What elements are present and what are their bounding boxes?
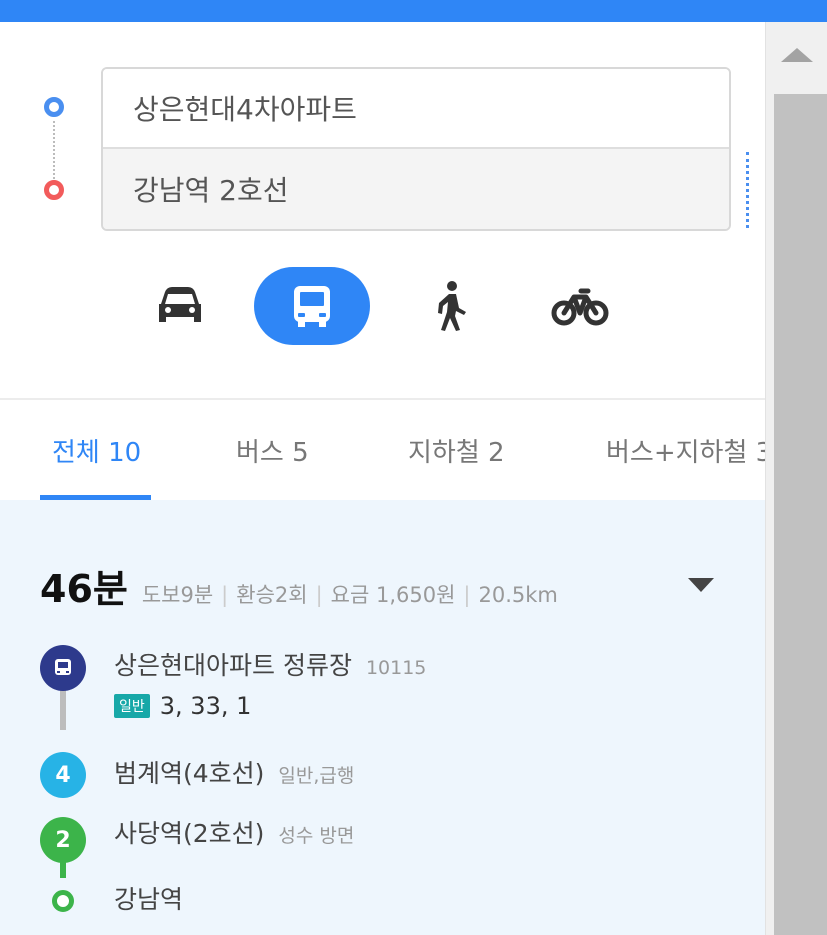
stop-name: 사당역(2호선) (114, 819, 265, 848)
route-inputs: 상은현대4차아파트 강남역 2호선 (101, 67, 731, 231)
stop-destination[interactable]: 강남역 (114, 880, 183, 916)
top-accent-bar (0, 0, 827, 22)
route-markers (42, 94, 68, 224)
travel-time: 46분 (40, 567, 128, 611)
bus-stop-icon (40, 645, 86, 691)
bus-icon (294, 286, 330, 327)
tab-bus[interactable]: 버스 5 (236, 400, 309, 500)
directions-panel: 상은현대4차아파트 강남역 2호선 전체 10 버스 5 지하철 2 버스+지하… (0, 22, 765, 935)
start-input-value: 상은현대4차아파트 (133, 93, 357, 126)
destination-marker-icon (52, 890, 74, 912)
divider: | (221, 583, 229, 607)
tab-bus-subway[interactable]: 버스+지하철 3 (606, 400, 765, 500)
scrollbar[interactable] (765, 22, 827, 935)
subway-line2-icon: 2 (40, 817, 86, 863)
divider: | (315, 583, 323, 607)
tab-subway[interactable]: 지하철 2 (408, 400, 505, 500)
end-input-value: 강남역 2호선 (133, 174, 289, 207)
line-number: 4 (55, 762, 71, 788)
mode-bike[interactable] (540, 267, 620, 345)
mode-car[interactable] (140, 267, 220, 345)
mode-transit[interactable] (254, 267, 370, 345)
subway-line4-icon: 4 (40, 752, 86, 798)
route-result[interactable]: 46분 도보9분 | 환승2회 | 요금 1,650원 | 20.5km 4 2 (0, 500, 765, 935)
route-connector (53, 121, 55, 179)
end-input[interactable]: 강남역 2호선 (103, 149, 729, 229)
bus-routes: 일반 3, 33, 1 (114, 692, 251, 720)
transfer-count: 환승2회 (236, 583, 308, 607)
route-summary: 46분 도보9분 | 환승2회 | 요금 1,650원 | 20.5km (40, 558, 558, 611)
stop-name: 강남역 (114, 885, 184, 914)
fare: 요금 1,650원 (330, 583, 456, 607)
divider: | (463, 583, 471, 607)
result-tabs: 전체 10 버스 5 지하철 2 버스+지하철 3 (0, 398, 765, 500)
start-input[interactable]: 상은현대4차아파트 (103, 69, 729, 149)
stop-line2[interactable]: 사당역(2호선) 성수 방면 (114, 814, 354, 850)
distance: 20.5km (478, 583, 558, 607)
stop-bus[interactable]: 상은현대아파트 정류장 10115 (114, 646, 426, 682)
bus-icon (55, 659, 71, 675)
stop-name: 상은현대아파트 정류장 (114, 651, 352, 680)
scroll-thumb[interactable] (774, 94, 827, 935)
end-marker-icon (44, 180, 64, 200)
scroll-up-button[interactable] (766, 22, 827, 94)
walk-time: 도보9분 (141, 583, 214, 607)
bus-route-numbers: 3, 33, 1 (159, 692, 252, 720)
mode-walk[interactable] (410, 267, 490, 345)
bike-icon (551, 288, 609, 326)
tab-all[interactable]: 전체 10 (52, 400, 141, 500)
stop-name: 범계역(4호선) (114, 759, 265, 788)
direction: 성수 방면 (278, 825, 355, 847)
walk-icon (438, 281, 466, 331)
arrow-up-icon (781, 48, 813, 62)
expand-caret-icon[interactable] (688, 578, 714, 592)
swap-handle[interactable] (746, 152, 749, 228)
stop-id: 10115 (365, 657, 427, 679)
transport-modes (0, 267, 765, 347)
train-type: 일반,급행 (278, 765, 355, 787)
start-marker-icon (44, 97, 64, 117)
stop-line4[interactable]: 범계역(4호선) 일반,급행 (114, 754, 354, 790)
car-icon (159, 287, 201, 322)
bus-type-badge: 일반 (114, 694, 150, 718)
line-number: 2 (55, 827, 71, 853)
